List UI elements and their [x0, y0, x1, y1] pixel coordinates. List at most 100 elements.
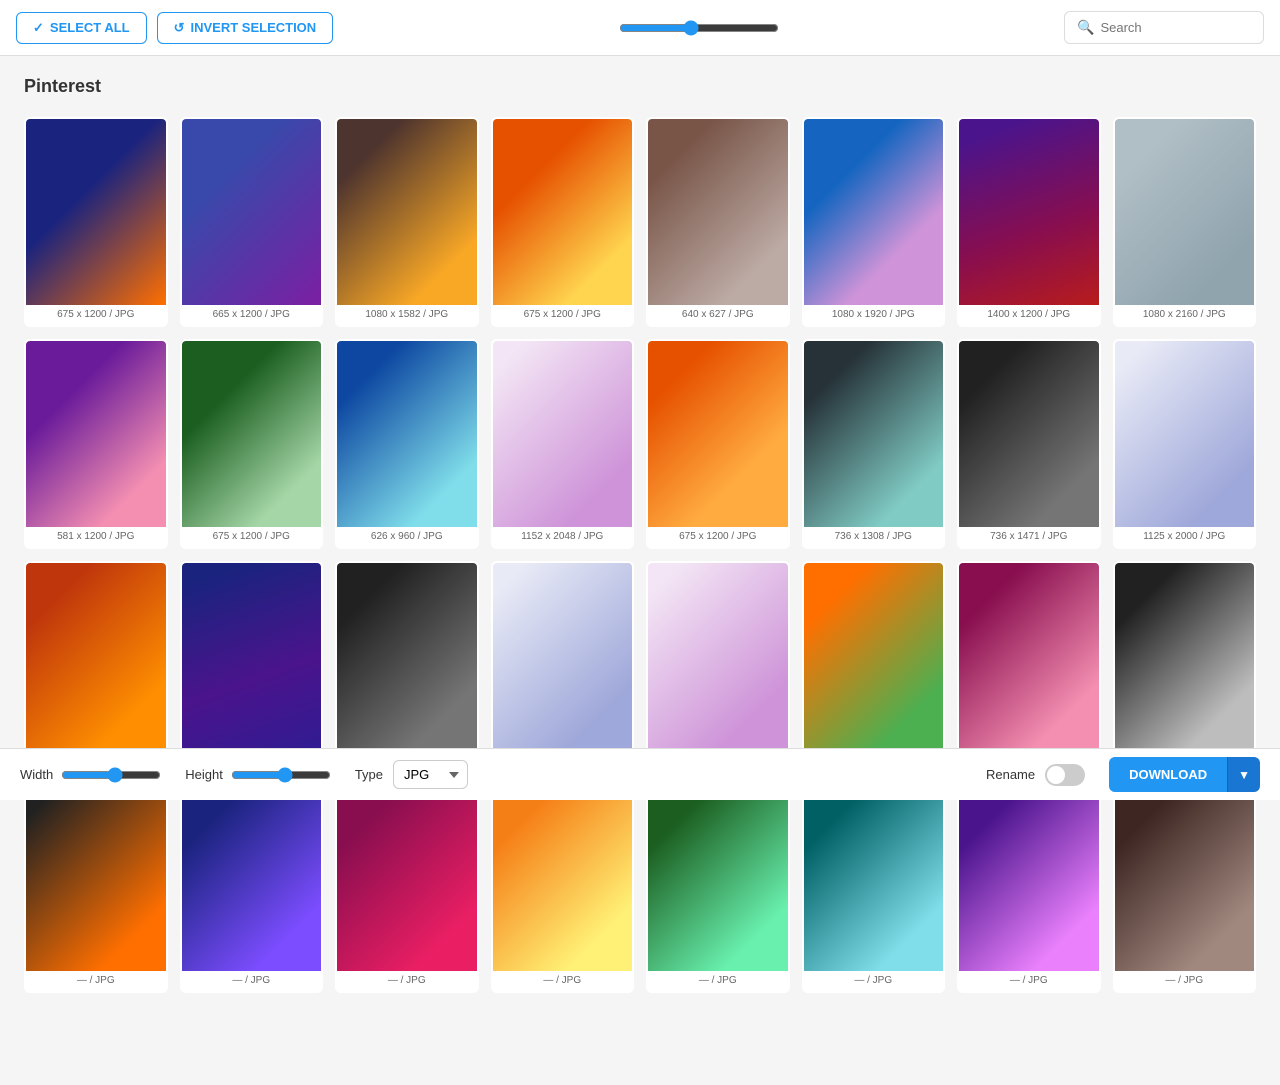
rename-section: Rename: [986, 764, 1085, 786]
image-placeholder: [493, 119, 633, 305]
image-placeholder: [959, 119, 1099, 305]
image-label: 1080 x 1582 / JPG: [337, 305, 477, 325]
height-slider[interactable]: [231, 767, 331, 783]
image-card[interactable]: 580 x 1108 / JPG: [180, 561, 324, 771]
image-thumb: [804, 119, 944, 305]
image-placeholder: [959, 341, 1099, 527]
search-box: 🔍: [1064, 11, 1264, 44]
download-group: DOWNLOAD ▼: [1109, 757, 1260, 792]
image-card[interactable]: 1152 x 2048 / JPG: [491, 339, 635, 549]
toolbar: ✓ SELECT ALL ↺ INVERT SELECTION 🔍: [0, 0, 1280, 56]
image-label: 581 x 1200 / JPG: [26, 527, 166, 547]
image-card[interactable]: 1400 x 1200 / JPG: [957, 117, 1101, 327]
page-content: Pinterest 675 x 1200 / JPG665 x 1200 / J…: [0, 56, 1280, 1085]
image-label: — / JPG: [648, 971, 788, 991]
image-label: — / JPG: [26, 971, 166, 991]
image-thumb: [1115, 785, 1255, 971]
image-thumb: [182, 785, 322, 971]
image-card[interactable]: 800 x 600 / JPG: [646, 561, 790, 771]
image-card[interactable]: 736 x 1308 / JPG: [802, 339, 946, 549]
toolbar-center: [345, 20, 1052, 36]
image-label: — / JPG: [493, 971, 633, 991]
image-placeholder: [804, 563, 944, 749]
image-label: 675 x 1200 / JPG: [648, 527, 788, 547]
select-all-label: SELECT ALL: [50, 20, 130, 35]
image-card[interactable]: — / JPG: [957, 783, 1101, 993]
chevron-down-icon: ▼: [1238, 768, 1250, 782]
image-card[interactable]: 1125 x 2000 / JPG: [1113, 339, 1257, 549]
image-label: 675 x 1200 / JPG: [26, 305, 166, 325]
check-icon: ✓: [33, 20, 44, 36]
image-thumb: [493, 119, 633, 305]
image-card[interactable]: 675 x 1200 / JPG: [24, 561, 168, 771]
image-placeholder: [26, 341, 166, 527]
image-card[interactable]: — / JPG: [1113, 783, 1257, 993]
image-card[interactable]: — / JPG: [646, 783, 790, 993]
image-card[interactable]: 1600 x 6016 / JPG: [335, 561, 479, 771]
image-label: 675 x 1200 / JPG: [493, 305, 633, 325]
image-label: — / JPG: [182, 971, 322, 991]
image-label: 626 x 960 / JPG: [337, 527, 477, 547]
select-all-button[interactable]: ✓ SELECT ALL: [16, 12, 147, 44]
image-placeholder: [959, 563, 1099, 749]
image-placeholder: [337, 341, 477, 527]
image-thumb: [493, 563, 633, 749]
image-thumb: [648, 785, 788, 971]
image-card[interactable]: 675 x 1200 / JPG: [646, 339, 790, 549]
image-label: 736 x 1471 / JPG: [959, 527, 1099, 547]
height-label: Height: [185, 767, 223, 782]
image-card[interactable]: — / JPG: [802, 783, 946, 993]
download-button[interactable]: DOWNLOAD: [1109, 757, 1227, 792]
download-arrow-button[interactable]: ▼: [1227, 757, 1260, 792]
image-card[interactable]: 626 x 960 / JPG: [335, 339, 479, 549]
image-placeholder: [26, 119, 166, 305]
image-thumb: [804, 563, 944, 749]
image-card[interactable]: 1080 x 2160 / JPG: [1113, 117, 1257, 327]
image-label: — / JPG: [959, 971, 1099, 991]
image-placeholder: [182, 341, 322, 527]
image-thumb: [337, 563, 477, 749]
image-card[interactable]: 736 x 1471 / JPG: [957, 339, 1101, 549]
image-card[interactable]: — / JPG: [335, 783, 479, 993]
search-input[interactable]: [1100, 20, 1251, 35]
image-card[interactable]: 1080 x 1582 / JPG: [335, 117, 479, 327]
image-card[interactable]: 602 x 750 / JPG: [802, 561, 946, 771]
width-slider[interactable]: [61, 767, 161, 783]
rename-toggle[interactable]: [1045, 764, 1085, 786]
image-placeholder: [1115, 785, 1255, 971]
image-card[interactable]: 675 x 1200 / JPG: [24, 117, 168, 327]
invert-selection-button[interactable]: ↺ INVERT SELECTION: [157, 12, 334, 44]
image-card[interactable]: 675 x 1200 / JPG: [491, 117, 635, 327]
image-placeholder: [182, 119, 322, 305]
type-select[interactable]: JPG PNG WEBP: [393, 760, 468, 789]
zoom-slider[interactable]: [619, 20, 779, 36]
image-card[interactable]: 641 x 960 / JPG: [957, 561, 1101, 771]
image-card[interactable]: — / JPG: [180, 783, 324, 993]
image-card[interactable]: 675 x 1200 / JPG: [180, 339, 324, 549]
image-thumb: [182, 119, 322, 305]
image-card[interactable]: 736 x 1471 / JPG: [491, 561, 635, 771]
height-section: Height: [185, 767, 331, 783]
image-card[interactable]: 680 x 1500 / JPG: [1113, 561, 1257, 771]
image-placeholder: [26, 785, 166, 971]
image-card[interactable]: 665 x 1200 / JPG: [180, 117, 324, 327]
image-placeholder: [648, 785, 788, 971]
image-label: 640 x 627 / JPG: [648, 305, 788, 325]
image-card[interactable]: 640 x 627 / JPG: [646, 117, 790, 327]
image-placeholder: [804, 341, 944, 527]
image-placeholder: [648, 563, 788, 749]
image-grid: 675 x 1200 / JPG665 x 1200 / JPG1080 x 1…: [24, 117, 1256, 993]
image-card[interactable]: 581 x 1200 / JPG: [24, 339, 168, 549]
bottom-bar: Width Height Type JPG PNG WEBP Rename DO…: [0, 748, 1280, 800]
image-placeholder: [493, 785, 633, 971]
image-card[interactable]: — / JPG: [491, 783, 635, 993]
type-section: Type JPG PNG WEBP: [355, 760, 468, 789]
image-thumb: [26, 785, 166, 971]
image-placeholder: [648, 341, 788, 527]
image-card[interactable]: 1080 x 1920 / JPG: [802, 117, 946, 327]
image-thumb: [337, 785, 477, 971]
image-thumb: [1115, 341, 1255, 527]
image-thumb: [182, 563, 322, 749]
width-label: Width: [20, 767, 53, 782]
image-card[interactable]: — / JPG: [24, 783, 168, 993]
